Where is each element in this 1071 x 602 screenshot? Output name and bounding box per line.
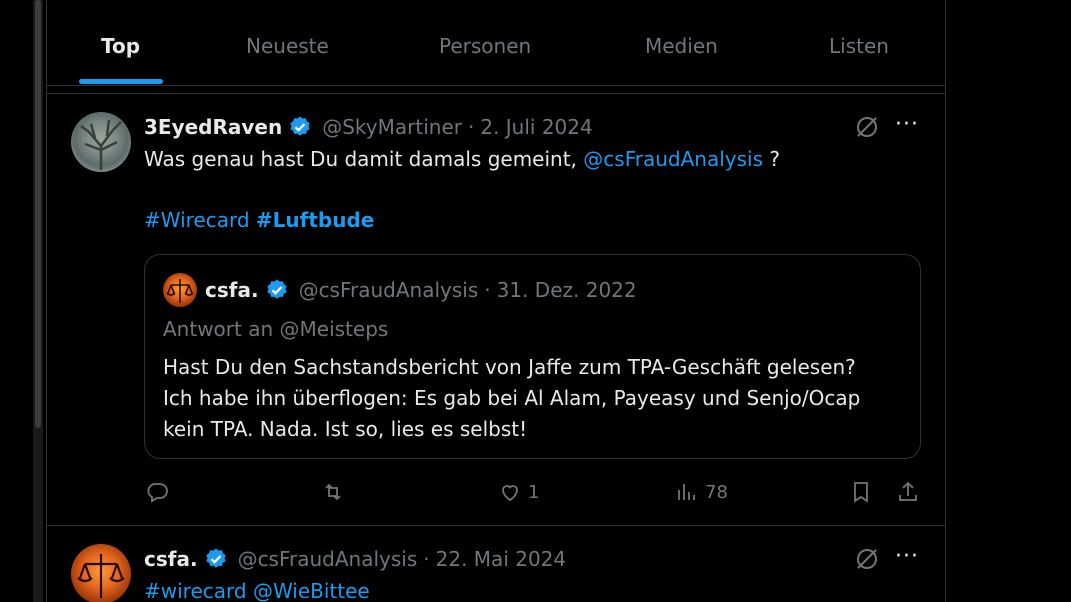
grok-icon[interactable] — [854, 114, 880, 144]
author-handle[interactable]: @SkyMartiner — [322, 115, 462, 139]
tweet-date[interactable]: 2. Juli 2024 — [480, 115, 592, 139]
author-handle[interactable]: @csFraudAnalysis — [238, 547, 418, 571]
tweet-text: #wirecard @WieBittee — [144, 576, 370, 602]
more-options-icon[interactable]: ··· — [895, 112, 919, 137]
author-name[interactable]: 3EyedRaven — [144, 115, 282, 139]
analytics-icon — [678, 484, 695, 500]
scrollbar-thumb[interactable] — [35, 0, 41, 428]
verified-badge-icon — [266, 279, 287, 299]
separator-dot: · — [467, 115, 475, 139]
tab-listen[interactable]: Listen — [829, 34, 889, 58]
tweet-header: 3EyedRaven @SkyMartiner · 2. Juli 2024 — [144, 115, 593, 139]
heart-icon — [502, 485, 518, 502]
quote-author-name: csfa. — [205, 278, 259, 302]
tab-personen[interactable]: Personen — [439, 34, 531, 58]
avatar[interactable] — [71, 112, 131, 172]
justice-scale-icon — [77, 554, 125, 598]
views-button[interactable]: 78 — [675, 480, 728, 504]
verified-badge-icon — [290, 116, 310, 136]
tweet-header: csfa. @csFraudAnalysis · 22. Mai 2024 — [144, 547, 566, 571]
mention-link[interactable]: @csFraudAnalysis — [583, 147, 763, 171]
active-tab-indicator — [79, 79, 163, 84]
search-tabs: Top Neueste Personen Medien Listen — [47, 0, 945, 86]
quote-text-line: kein TPA. Nada. Ist so, lies es selbst! — [163, 417, 528, 441]
tweet-date[interactable]: 22. Mai 2024 — [436, 547, 567, 571]
tweet-text-part: Was genau hast Du damit damals gemeint, — [144, 147, 584, 171]
quoted-tweet[interactable]: csfa. @csFraudAnalysis · 31. Dez. 2022 A… — [144, 254, 921, 459]
divider — [47, 93, 945, 94]
bookmark-button[interactable] — [849, 480, 873, 504]
quote-avatar[interactable] — [163, 273, 197, 307]
repost-button[interactable] — [321, 480, 345, 504]
quote-text-line: Ich habe ihn überflogen: Es gab bei Al A… — [163, 386, 861, 410]
tweet-text-part: ? — [763, 147, 780, 171]
author-name[interactable]: csfa. — [144, 547, 198, 571]
timeline-column: Top Neueste Personen Medien Listen 3Eyed… — [46, 0, 946, 602]
hashtag-link[interactable]: #wirecard — [144, 579, 247, 602]
reply-button[interactable] — [145, 480, 169, 504]
reply-icon — [147, 483, 168, 503]
share-icon — [899, 481, 917, 501]
avatar[interactable] — [71, 544, 131, 602]
justice-scale-icon — [166, 279, 194, 303]
like-count: 1 — [528, 481, 540, 503]
reply-to-label: Antwort an @Meisteps — [163, 317, 389, 341]
mention-link[interactable]: @WieBittee — [253, 579, 370, 602]
quote-date: 31. Dez. 2022 — [496, 278, 637, 302]
quote-text-line: Hast Du den Sachstandsbericht von Jaffe … — [163, 355, 856, 379]
quote-header: csfa. @csFraudAnalysis · 31. Dez. 2022 — [205, 278, 637, 302]
tweet-text: Was genau hast Du damit damals gemeint, … — [144, 144, 780, 175]
tweet-divider — [47, 525, 945, 526]
grok-icon[interactable] — [854, 546, 880, 576]
tab-neueste[interactable]: Neueste — [246, 34, 329, 58]
repost-icon — [325, 483, 341, 501]
tab-top[interactable]: Top — [101, 34, 140, 58]
tweet-hashtags: #Wirecard #Luftbude — [144, 205, 374, 236]
hashtag-link[interactable]: #Luftbude — [256, 208, 374, 232]
view-count: 78 — [705, 481, 728, 503]
verified-badge-icon — [205, 548, 226, 568]
share-button[interactable] — [896, 480, 920, 504]
tree-avatar-icon — [80, 119, 122, 170]
quote-text: Hast Du den Sachstandsbericht von Jaffe … — [163, 352, 860, 445]
separator-dot: · — [484, 278, 491, 302]
bookmark-icon — [854, 482, 868, 503]
more-options-icon[interactable]: ··· — [895, 544, 919, 569]
hashtag-link[interactable]: #Wirecard — [144, 208, 250, 232]
tab-medien[interactable]: Medien — [645, 34, 718, 58]
like-button[interactable]: 1 — [498, 480, 539, 504]
separator-dot: · — [423, 547, 430, 571]
quote-author-handle: @csFraudAnalysis — [298, 278, 479, 302]
